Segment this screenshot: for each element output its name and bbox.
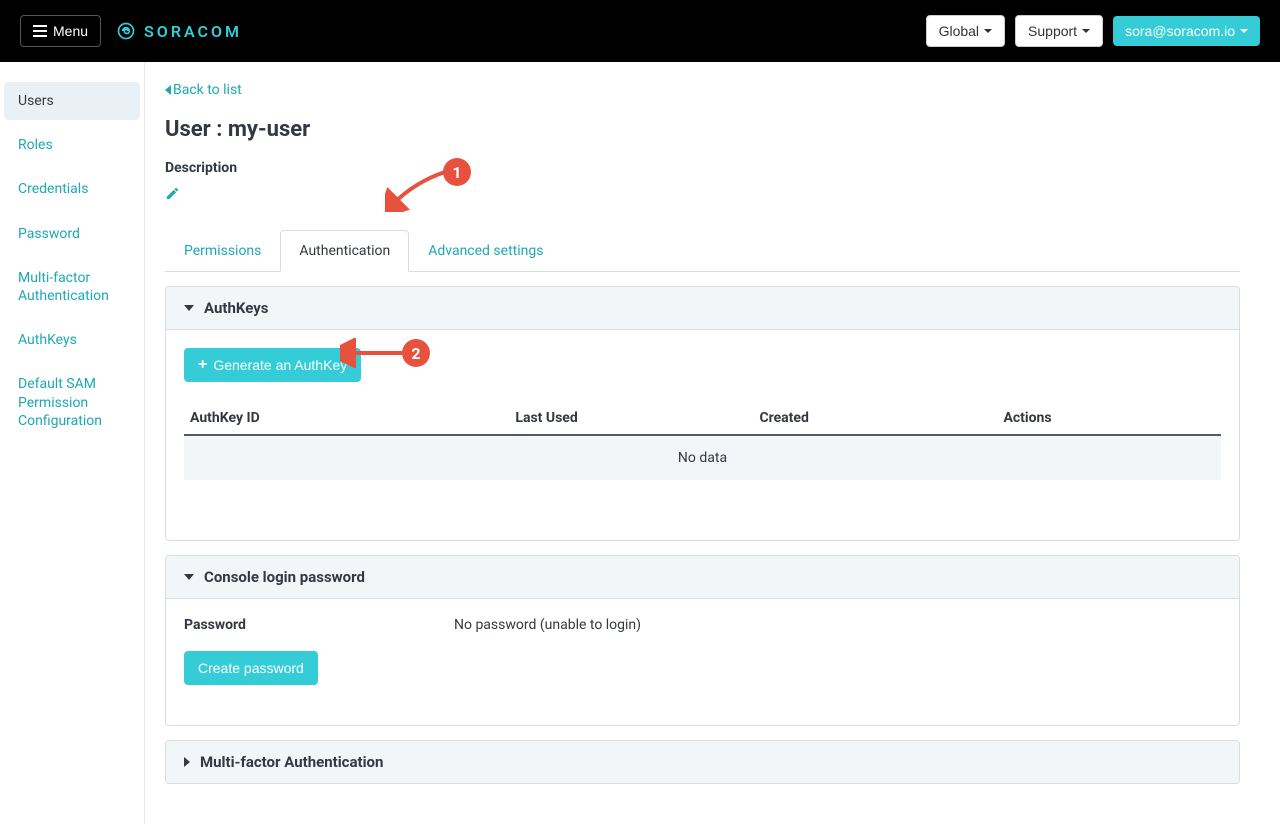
support-dropdown[interactable]: Support [1015, 15, 1103, 47]
panel-authkeys: AuthKeys + Generate an AuthKey AuthKey I… [165, 286, 1240, 541]
layout: Users Roles Credentials Password Multi-f… [0, 62, 1280, 824]
edit-description-button[interactable] [165, 186, 180, 205]
description-label: Description [165, 160, 1240, 176]
table-empty-state: No data [184, 436, 1221, 480]
panel-title: Console login password [204, 568, 365, 586]
sidebar-item-users[interactable]: Users [4, 82, 140, 120]
chevron-right-icon [184, 757, 190, 767]
topbar-right: Global Support sora@soracom.io [926, 15, 1260, 47]
tab-permissions[interactable]: Permissions [165, 230, 280, 272]
coverage-label: Global [939, 23, 979, 39]
chevron-left-icon [165, 85, 171, 95]
panel-header-authkeys[interactable]: AuthKeys [166, 287, 1239, 330]
hamburger-icon [33, 25, 47, 37]
panel-header-console-password[interactable]: Console login password [166, 556, 1239, 599]
password-row: Password No password (unable to login) [184, 617, 1221, 633]
chevron-down-icon [184, 305, 194, 311]
chevron-down-icon [184, 574, 194, 580]
soracom-swirl-icon [116, 21, 136, 41]
main-content: Back to list User : my-user Description … [145, 62, 1260, 824]
brand-text: SORACOM [144, 22, 242, 41]
table-header: AuthKey ID Last Used Created Actions [184, 402, 1221, 436]
chevron-down-icon [1082, 29, 1090, 33]
authkeys-table: AuthKey ID Last Used Created Actions No … [184, 402, 1221, 480]
col-last-used: Last Used [515, 410, 759, 426]
tab-advanced-settings[interactable]: Advanced settings [409, 230, 562, 272]
sidebar-item-label: Default SAM Permission Configuration [18, 376, 102, 428]
tab-label: Permissions [184, 243, 261, 259]
page-title: User : my-user [165, 117, 1240, 142]
sidebar-item-label: AuthKeys [18, 332, 77, 348]
sidebar-item-mfa[interactable]: Multi-factor Authentication [0, 259, 144, 315]
tabs: Permissions Authentication Advanced sett… [165, 229, 1240, 272]
topbar-left: Menu SORACOM [20, 15, 242, 47]
panel-console-password: Console login password Password No passw… [165, 555, 1240, 726]
tab-label: Authentication [299, 243, 390, 259]
pencil-icon [165, 186, 180, 201]
sidebar-item-label: Password [18, 226, 80, 242]
sidebar-item-label: Roles [18, 137, 53, 153]
account-label: sora@soracom.io [1125, 23, 1235, 39]
password-value: No password (unable to login) [454, 617, 641, 633]
tab-label: Advanced settings [428, 243, 543, 259]
support-label: Support [1028, 23, 1077, 39]
tab-authentication[interactable]: Authentication [280, 230, 409, 272]
button-label: Create password [198, 660, 304, 676]
sidebar: Users Roles Credentials Password Multi-f… [0, 62, 145, 824]
topbar: Menu SORACOM Global Support sora@soracom… [0, 0, 1280, 62]
sidebar-item-label: Credentials [18, 181, 88, 197]
button-label: Generate an AuthKey [213, 357, 347, 373]
panel-header-mfa[interactable]: Multi-factor Authentication [166, 741, 1239, 783]
menu-button[interactable]: Menu [20, 15, 101, 47]
sidebar-item-default-sam[interactable]: Default SAM Permission Configuration [0, 365, 144, 440]
sidebar-item-label: Users [18, 93, 54, 109]
col-created: Created [759, 410, 1003, 426]
plus-icon: + [198, 357, 207, 373]
sidebar-item-label: Multi-factor Authentication [18, 270, 109, 304]
brand-logo[interactable]: SORACOM [116, 21, 242, 41]
back-to-list-link[interactable]: Back to list [165, 82, 242, 98]
col-authkey-id: AuthKey ID [190, 410, 515, 426]
panel-body-console-password: Password No password (unable to login) C… [166, 599, 1239, 725]
chevron-down-icon [1240, 29, 1248, 33]
password-label: Password [184, 617, 454, 633]
sidebar-item-authkeys[interactable]: AuthKeys [0, 321, 144, 359]
generate-authkey-button[interactable]: + Generate an AuthKey [184, 348, 361, 382]
panel-title: AuthKeys [204, 299, 268, 317]
panel-body-authkeys: + Generate an AuthKey AuthKey ID Last Us… [166, 330, 1239, 540]
sidebar-item-password[interactable]: Password [0, 215, 144, 253]
account-dropdown[interactable]: sora@soracom.io [1113, 16, 1260, 46]
create-password-button[interactable]: Create password [184, 651, 318, 685]
chevron-down-icon [984, 29, 992, 33]
sidebar-item-credentials[interactable]: Credentials [0, 170, 144, 208]
col-actions: Actions [1003, 410, 1215, 426]
sidebar-item-roles[interactable]: Roles [0, 126, 144, 164]
panel-title: Multi-factor Authentication [200, 753, 383, 771]
coverage-dropdown[interactable]: Global [926, 15, 1005, 47]
back-label: Back to list [173, 82, 242, 98]
menu-label: Menu [53, 23, 88, 39]
panel-mfa: Multi-factor Authentication [165, 740, 1240, 784]
